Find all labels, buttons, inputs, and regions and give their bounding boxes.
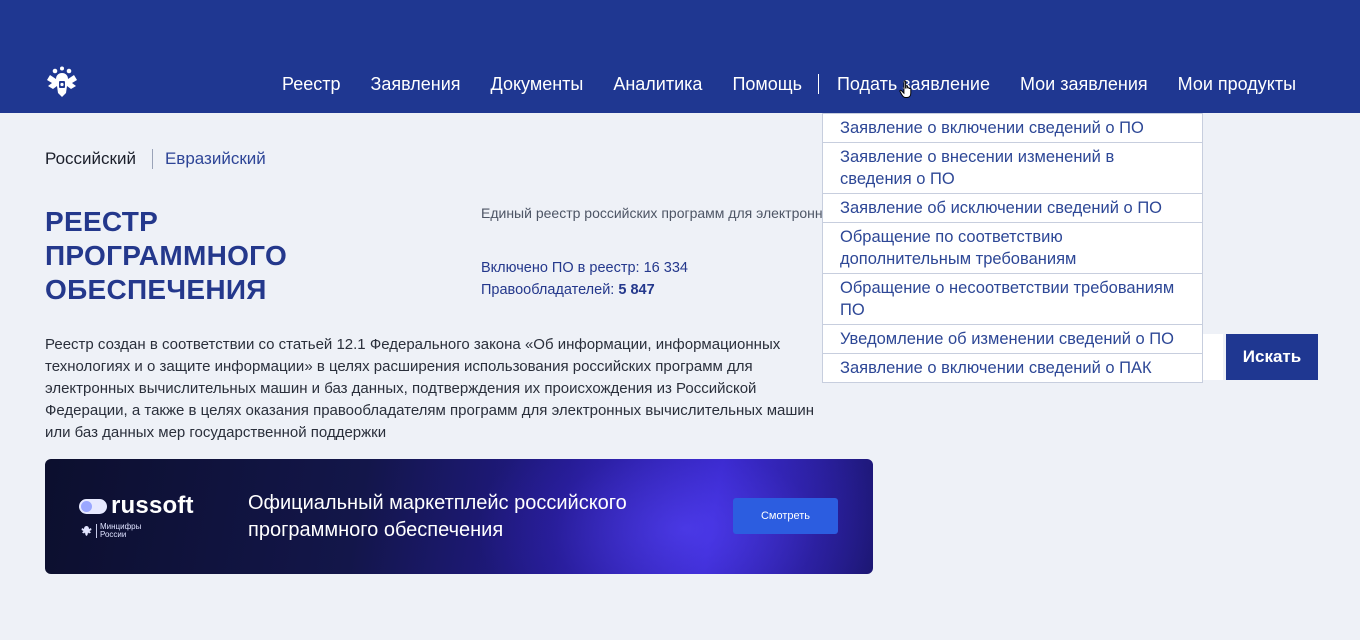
stat-holders-label: Правообладателей:: [481, 282, 615, 298]
tab-eurasian[interactable]: Евразийский: [165, 149, 266, 169]
ministry-name: Минцифры России: [100, 522, 142, 539]
stat-included: Включено ПО в реестр: 16 334: [481, 257, 688, 279]
dropdown-item-compliance-appeal[interactable]: Обращение по соответствию дополнительным…: [823, 222, 1202, 273]
dropdown-item-exclude-software[interactable]: Заявление об исключении сведений о ПО: [823, 193, 1202, 222]
nav-analytics[interactable]: Аналитика: [613, 74, 702, 95]
dropdown-item-change-notice[interactable]: Уведомление об изменении сведений о ПО: [823, 324, 1202, 353]
nav-help[interactable]: Помощь: [732, 74, 802, 95]
nav-my-products[interactable]: Мои продукты: [1178, 74, 1296, 95]
registry-description: Реестр создан в соответствии со статьей …: [45, 336, 815, 441]
ministry-divider: [96, 524, 97, 538]
tab-divider: [151, 149, 153, 169]
ministry-emblem-icon: [81, 526, 92, 536]
tab-russian[interactable]: Российский: [45, 149, 136, 169]
registry-tabs: Российский Евразийский: [45, 149, 266, 169]
search-button[interactable]: Искать: [1226, 334, 1318, 380]
stat-included-value: 16 334: [643, 260, 688, 276]
stat-holders-value: 5 847: [618, 282, 655, 298]
page-title: Реестр программного обеспечения: [45, 206, 288, 305]
russoft-toggle-icon: [79, 498, 107, 514]
dropdown-item-include-pak[interactable]: Заявление о включении сведений о ПАК: [823, 353, 1202, 382]
submit-application-dropdown: Заявление о включении сведений о ПО Заяв…: [822, 113, 1203, 383]
registry-intro: Единый реестр российских программ для эл…: [481, 205, 823, 221]
nav-documents[interactable]: Документы: [491, 74, 584, 95]
dropdown-item-include-software[interactable]: Заявление о включении сведений о ПО: [823, 114, 1202, 142]
dropdown-item-noncompliance-appeal[interactable]: Обращение о несоответствии требованиям П…: [823, 273, 1202, 324]
registry-stats: Включено ПО в реестр: 16 334 Правооблада…: [481, 257, 688, 301]
ministry-logo: Минцифры России: [81, 523, 146, 539]
nav-registry[interactable]: Реестр: [282, 74, 341, 95]
nav-my-applications[interactable]: Мои заявления: [1020, 74, 1148, 95]
banner-view-button[interactable]: Смотреть: [733, 498, 838, 534]
main-nav: Реестр Заявления Документы Аналитика Пом…: [282, 73, 1296, 95]
coat-of-arms-icon[interactable]: [44, 64, 80, 100]
stat-included-label: Включено ПО в реестр:: [481, 260, 640, 276]
search-input[interactable]: [1203, 334, 1223, 380]
hand-cursor-icon: [899, 80, 912, 98]
nav-divider: [817, 74, 819, 94]
russoft-banner[interactable]: russoft Минцифры России Официальный марк…: [45, 459, 873, 574]
nav-applications[interactable]: Заявления: [371, 74, 461, 95]
russoft-logo: russoft: [79, 492, 194, 520]
banner-headline: Официальный маркетплейс российского прог…: [248, 492, 627, 541]
dropdown-item-change-software[interactable]: Заявление о внесении изменений в сведени…: [823, 142, 1202, 193]
russoft-wordmark: russoft: [111, 492, 194, 519]
stat-holders: Правообладателей: 5 847: [481, 279, 688, 301]
site-header: Реестр Заявления Документы Аналитика Пом…: [0, 0, 1360, 113]
